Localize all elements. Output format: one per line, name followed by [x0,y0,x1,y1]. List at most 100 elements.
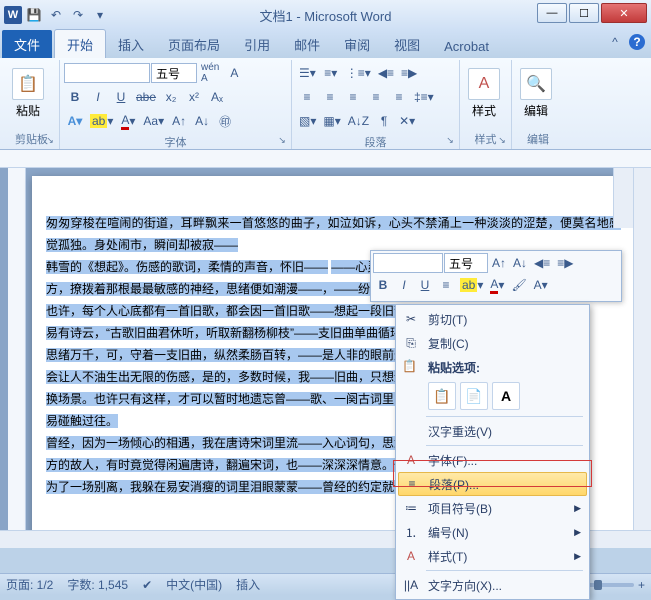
minimize-button[interactable]: — [537,3,567,23]
word-icon[interactable]: W [4,6,22,24]
editing-button[interactable]: 🔍 编辑 [516,62,556,124]
vertical-ruler[interactable] [8,168,26,548]
phonetic-guide-icon[interactable]: wénA [198,62,222,84]
side-pane[interactable] [613,168,633,228]
font-size-combo[interactable]: 五号 [151,63,197,83]
mini-font-color-icon[interactable]: A▾ [487,275,507,295]
mini-highlight-icon[interactable]: ab▾ [457,275,486,295]
paste-button[interactable]: 📋 粘贴 [8,62,48,124]
context-menu: ✂剪切(T) ⎘复制(C) 📋粘贴选项: 📋 📄 A 汉字重选(V) A字体(F… [395,304,590,600]
ctx-styles[interactable]: A样式(T)▶ [398,544,587,568]
mini-format-painter-icon[interactable]: 🖌 [508,275,529,295]
zoom-in-icon[interactable]: + [638,578,645,592]
grow-font-icon[interactable]: A↑ [168,110,190,132]
asian-layout-icon[interactable]: ✕▾ [396,110,418,132]
sort-icon[interactable]: A↓Z [345,110,372,132]
superscript-button[interactable]: x² [183,86,205,108]
minimize-ribbon-icon[interactable]: ^ [607,34,623,50]
char-shading-icon[interactable]: Aa▾ [140,110,167,132]
mini-shrink-font-icon[interactable]: A↓ [510,253,530,273]
mini-bold-button[interactable]: B [373,275,393,295]
clipboard-launcher-icon[interactable]: ↘ [43,133,57,147]
mini-center-icon[interactable]: ≡ [436,275,456,295]
paragraph-group-label: 段落 [296,132,455,152]
bullets-icon[interactable]: ☰▾ [296,62,319,84]
bold-button[interactable]: B [64,86,86,108]
enclose-char-icon[interactable]: ㊞ [214,110,236,132]
status-language[interactable]: 中文(中国) [166,576,222,593]
distributed-icon[interactable]: ≡ [388,86,410,108]
align-left-icon[interactable]: ≡ [296,86,318,108]
tab-home[interactable]: 开始 [54,29,106,58]
status-proof-icon[interactable]: ✔ [142,578,152,592]
paste-merge-icon[interactable]: 📄 [460,382,488,410]
undo-icon[interactable]: ↶ [46,5,66,25]
line-spacing-icon[interactable]: ‡≡▾ [411,86,437,108]
qat-dropdown-icon[interactable]: ▾ [90,5,110,25]
align-right-icon[interactable]: ≡ [342,86,364,108]
ctx-bullets[interactable]: ≔项目符号(B)▶ [398,496,587,520]
tab-view[interactable]: 视图 [382,30,432,58]
vertical-scrollbar[interactable] [633,168,651,548]
ctx-hanzi[interactable]: 汉字重选(V) [398,419,587,443]
tab-references[interactable]: 引用 [232,30,282,58]
zoom-slider-thumb[interactable] [594,580,602,590]
mini-font-combo[interactable] [373,253,443,273]
ctx-paragraph[interactable]: ≡段落(P)... [398,472,587,496]
ctx-cut[interactable]: ✂剪切(T) [398,307,587,331]
borders-icon[interactable]: ▦▾ [320,110,343,132]
tab-review[interactable]: 审阅 [332,30,382,58]
save-icon[interactable]: 💾 [24,5,44,25]
close-button[interactable]: ✕ [601,3,647,23]
tab-acrobat[interactable]: Acrobat [432,34,501,58]
ctx-text-direction[interactable]: ||A文字方向(X)... [398,573,587,597]
tab-page-layout[interactable]: 页面布局 [156,30,232,58]
styles-button[interactable]: A 样式 [464,62,504,124]
help-icon[interactable]: ? [629,34,645,50]
clear-format-button[interactable]: Aₓ [206,86,228,108]
mini-italic-button[interactable]: I [394,275,414,295]
show-marks-icon[interactable]: ¶ [373,110,395,132]
font-color-icon[interactable]: A▾ [117,110,139,132]
tab-mailings[interactable]: 邮件 [282,30,332,58]
char-border-icon[interactable]: A [223,62,245,84]
mini-size-combo[interactable]: 五号 [444,253,488,273]
styles-launcher-icon[interactable]: ↘ [495,133,509,147]
redo-icon[interactable]: ↷ [68,5,88,25]
strikethrough-button[interactable]: abe [133,86,159,108]
tab-file[interactable]: 文件 [2,30,52,58]
paste-text-only-icon[interactable]: A [492,382,520,410]
paste-keep-source-icon[interactable]: 📋 [428,382,456,410]
ctx-font[interactable]: A字体(F)... [398,448,587,472]
font-launcher-icon[interactable]: ↘ [275,133,289,147]
horizontal-ruler[interactable] [0,150,651,168]
ctx-numbering[interactable]: ⒈编号(N)▶ [398,520,587,544]
status-insert-mode[interactable]: 插入 [236,576,260,593]
font-name-combo[interactable] [64,63,150,83]
decrease-indent-icon[interactable]: ◀≡ [375,62,397,84]
mini-indent-right-icon[interactable]: ≡▶ [554,253,576,273]
text-effects-icon[interactable]: A▾ [64,110,86,132]
numbering-icon[interactable]: ≡▾ [320,62,342,84]
tab-insert[interactable]: 插入 [106,30,156,58]
mini-indent-left-icon[interactable]: ◀≡ [531,253,553,273]
underline-button[interactable]: U [110,86,132,108]
shading-icon[interactable]: ▧▾ [296,110,319,132]
mini-underline-button[interactable]: U [415,275,435,295]
highlight-icon[interactable]: ab▾ [87,110,116,132]
italic-button[interactable]: I [87,86,109,108]
maximize-button[interactable]: ☐ [569,3,599,23]
ctx-copy[interactable]: ⎘复制(C) [398,331,587,355]
mini-grow-font-icon[interactable]: A↑ [489,253,509,273]
subscript-button[interactable]: x₂ [160,86,182,108]
text-line: 换场景。也许只有这样，才可以暂时地遗忘曾——歌、一阕古词里，轻 [46,392,418,406]
paragraph-launcher-icon[interactable]: ↘ [443,133,457,147]
shrink-font-icon[interactable]: A↓ [191,110,213,132]
multilevel-list-icon[interactable]: ⋮≡▾ [343,62,374,84]
status-words[interactable]: 字数: 1,545 [67,576,128,593]
increase-indent-icon[interactable]: ≡▶ [398,62,420,84]
justify-icon[interactable]: ≡ [365,86,387,108]
status-page[interactable]: 页面: 1/2 [6,576,53,593]
mini-styles-icon[interactable]: A▾ [531,275,551,295]
align-center-icon[interactable]: ≡ [319,86,341,108]
